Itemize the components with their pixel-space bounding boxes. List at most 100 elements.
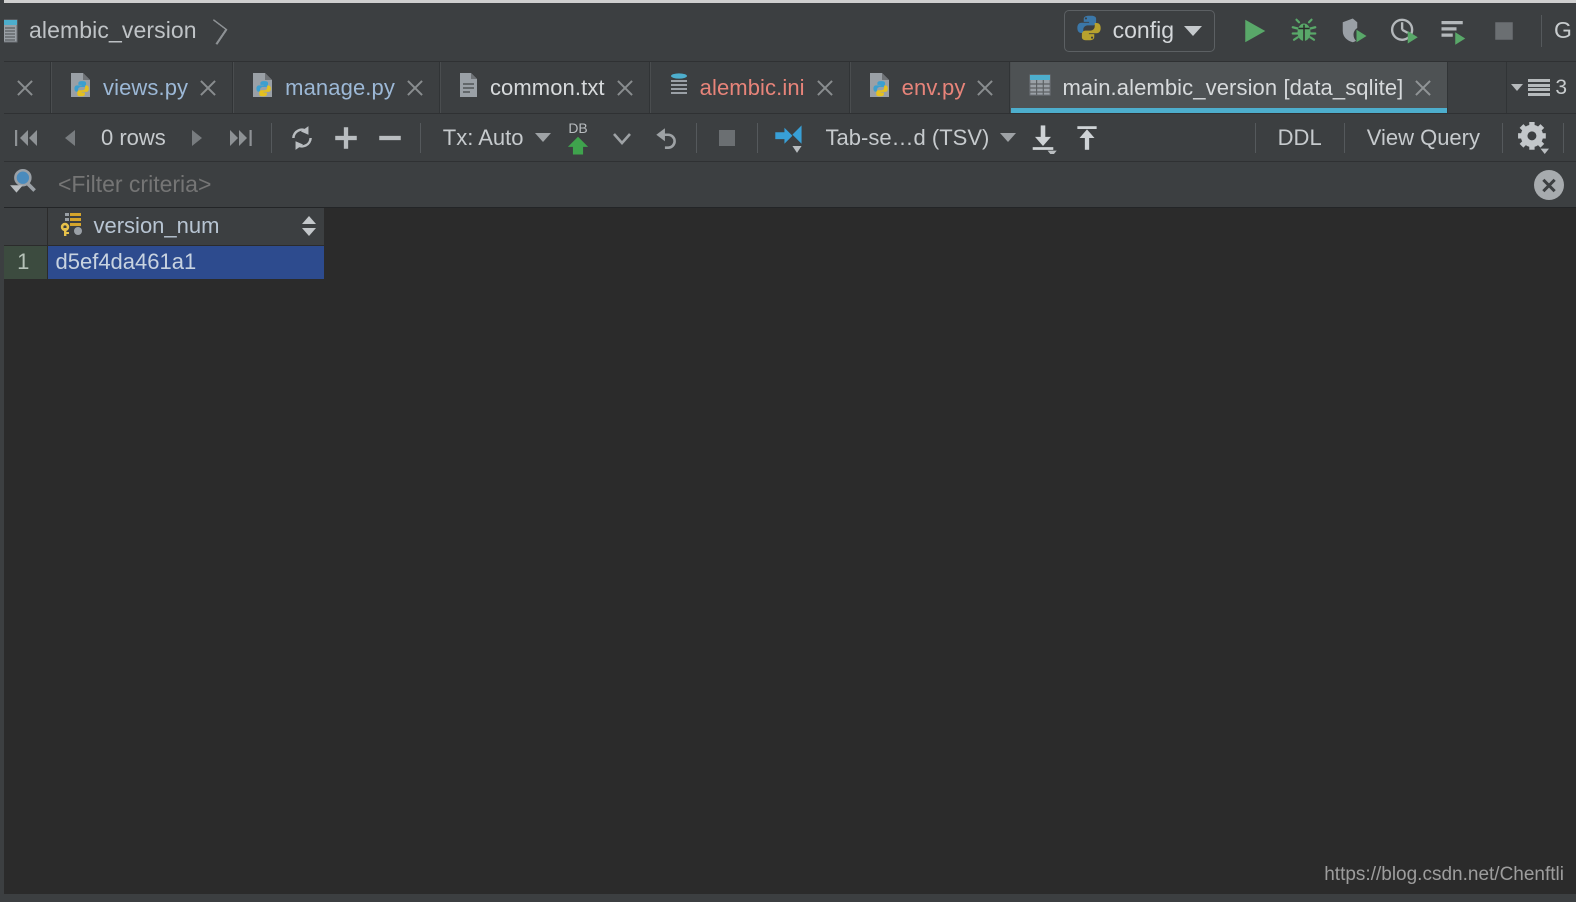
filter-bar: [0, 162, 1576, 208]
close-icon[interactable]: [14, 77, 36, 99]
toolbar-divider: [1563, 122, 1564, 153]
editor-tabs: views.py manage.py common.txt alembic.in…: [0, 62, 1576, 114]
git-menu-label[interactable]: G: [1554, 17, 1576, 44]
list-icon: [1528, 79, 1551, 96]
stop-button[interactable]: [1479, 8, 1529, 54]
view-query-label: View Query: [1366, 124, 1480, 150]
transaction-mode-label: Tx: Auto: [442, 124, 524, 150]
transaction-mode-selector[interactable]: Tx: Auto: [429, 118, 556, 158]
chevron-down-icon: [1000, 133, 1017, 142]
search-filter-icon[interactable]: [8, 166, 42, 203]
commit-options-button[interactable]: [600, 118, 644, 158]
primary-key-icon: [59, 211, 85, 242]
close-icon[interactable]: [404, 77, 426, 99]
table-row[interactable]: 1 d5ef4da461a1: [0, 245, 324, 280]
watermark: https://blog.csdn.net/Chenftli: [1324, 864, 1564, 885]
delete-row-button[interactable]: [368, 118, 412, 158]
column-header-version-num[interactable]: version_num: [47, 208, 325, 246]
row-number-header: [0, 208, 48, 246]
top-toolbar-actions: config G: [1063, 0, 1576, 61]
toolbar-divider: [1254, 122, 1256, 153]
tab-main-alembic-version[interactable]: main.alembic_version [data_sqlite]: [1010, 62, 1449, 113]
tab-views-py[interactable]: views.py: [51, 62, 234, 113]
tab-label: env.py: [901, 74, 966, 100]
run-configuration-selector[interactable]: config: [1063, 9, 1215, 52]
python-icon: [1075, 14, 1103, 47]
table-body: 1 d5ef4da461a1: [0, 245, 324, 280]
rollback-button[interactable]: [644, 118, 688, 158]
table-header: version_num: [0, 208, 325, 246]
tab-manage-py[interactable]: manage.py: [233, 62, 440, 113]
close-icon[interactable]: [197, 77, 219, 99]
tab-label: alembic.ini: [699, 74, 805, 100]
toolbar-divider: [1343, 122, 1345, 153]
data-grid-toolbar: 0 rows Tx: Auto DB Tab-se…d (TSV) DDL Vi…: [0, 114, 1576, 162]
breadcrumb-chevron-icon: [206, 14, 222, 48]
clear-icon[interactable]: [1534, 169, 1564, 200]
run-button[interactable]: [1229, 8, 1279, 54]
tab-close-all[interactable]: [0, 62, 51, 113]
toolbar-divider: [756, 122, 758, 153]
top-toolbar: alembic_version config G: [0, 0, 1576, 62]
close-icon[interactable]: [614, 77, 636, 99]
import-from-file-button[interactable]: [1065, 118, 1109, 158]
tab-alembic-ini[interactable]: alembic.ini: [649, 62, 850, 113]
column-name: version_num: [93, 213, 220, 239]
data-extractor-button[interactable]: [766, 118, 812, 158]
breadcrumb-label: alembic_version: [29, 17, 197, 43]
active-tab-indicator: [1011, 108, 1448, 113]
table-icon: [2, 19, 20, 43]
row-number[interactable]: 1: [0, 245, 48, 280]
first-page-button[interactable]: [4, 118, 48, 158]
row-count-label: 0 rows: [101, 124, 166, 150]
debug-button[interactable]: [1279, 8, 1329, 54]
toolbar-divider: [695, 122, 697, 153]
python-file-icon: [250, 71, 276, 104]
close-icon[interactable]: [1412, 77, 1434, 99]
bottom-edge-strip: [0, 894, 1576, 902]
data-format-selector[interactable]: Tab-se…d (TSV): [812, 118, 1022, 158]
db-table-icon: [1027, 71, 1053, 104]
tab-label: manage.py: [285, 74, 395, 100]
sort-indicator-icon[interactable]: [301, 215, 316, 237]
close-icon[interactable]: [974, 77, 996, 99]
data-grid: version_num 1 d5ef4da461a1 https://blog.…: [0, 208, 1576, 902]
last-page-button[interactable]: [219, 118, 263, 158]
cancel-query-button[interactable]: [705, 118, 749, 158]
tab-env-py[interactable]: env.py: [849, 62, 1011, 113]
left-edge-strip: [0, 0, 4, 902]
ddl-label: DDL: [1277, 124, 1322, 150]
breadcrumb[interactable]: alembic_version: [0, 0, 222, 61]
ddl-button[interactable]: DDL: [1264, 118, 1336, 158]
chevron-down-icon: [534, 133, 551, 142]
coverage-button[interactable]: [1329, 8, 1379, 54]
tab-overflow-menu[interactable]: 3: [1506, 62, 1576, 113]
result-table: version_num 1 d5ef4da461a1: [0, 208, 325, 280]
add-row-button[interactable]: [324, 118, 368, 158]
window-edge-highlight: [0, 0, 1576, 3]
toolbar-divider: [419, 122, 421, 153]
toolbar-divider: [270, 122, 272, 153]
run-tests-button[interactable]: [1429, 8, 1479, 54]
ide-window: alembic_version config G views.py manage…: [0, 0, 1576, 902]
commit-button[interactable]: DB: [556, 118, 600, 158]
run-configuration-name: config: [1112, 17, 1174, 43]
table-cell-version-num[interactable]: d5ef4da461a1: [47, 245, 324, 280]
next-page-button[interactable]: [175, 118, 219, 158]
prev-page-button[interactable]: [48, 118, 92, 158]
toolbar-divider: [1502, 122, 1503, 153]
settings-button[interactable]: [1511, 118, 1555, 158]
view-query-button[interactable]: View Query: [1353, 118, 1494, 158]
filter-input[interactable]: [42, 171, 1534, 198]
ini-file-icon: [667, 71, 691, 104]
python-file-icon: [867, 71, 893, 104]
refresh-button[interactable]: [280, 118, 324, 158]
python-file-icon: [68, 71, 94, 104]
export-to-file-button[interactable]: [1021, 118, 1065, 158]
close-icon[interactable]: [814, 77, 836, 99]
svg-text:DB: DB: [568, 119, 587, 135]
profile-button[interactable]: [1379, 8, 1429, 54]
hidden-tabs-count: 3: [1555, 75, 1567, 99]
text-file-icon: [457, 71, 481, 104]
tab-common-txt[interactable]: common.txt: [439, 62, 650, 113]
